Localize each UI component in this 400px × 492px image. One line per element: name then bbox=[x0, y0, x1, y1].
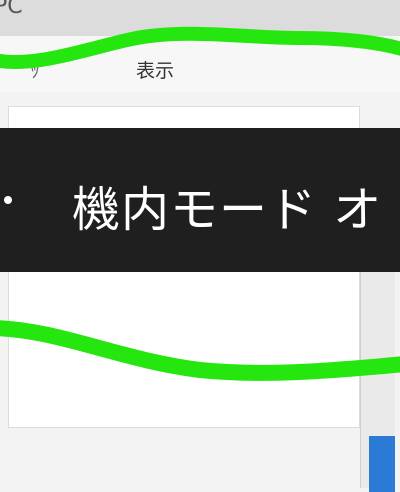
airplane-mode-toast: 機内モード オ bbox=[0, 128, 400, 272]
scrollbar[interactable] bbox=[360, 268, 395, 492]
window-title: PC bbox=[0, 0, 23, 19]
title-bar: PC bbox=[0, 0, 400, 36]
ribbon: ｯ 表示 bbox=[0, 36, 400, 93]
toast-dot-icon bbox=[4, 196, 12, 204]
view-tab[interactable]: 表示 bbox=[136, 56, 174, 83]
ribbon-arrow[interactable]: ｯ bbox=[30, 54, 40, 83]
toast-text: 機内モード オ bbox=[72, 182, 383, 238]
scrollbar-thumb[interactable] bbox=[369, 436, 395, 492]
